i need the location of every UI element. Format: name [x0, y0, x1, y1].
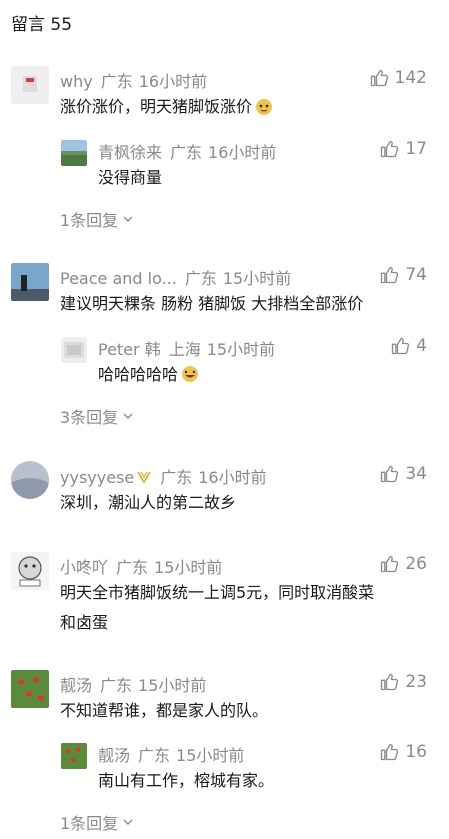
reply-like-button[interactable]: 4 — [390, 336, 427, 356]
more-replies-link[interactable]: 3条回复 — [60, 404, 134, 428]
avatar[interactable] — [11, 670, 49, 708]
reply-text: 南山有工作，榕城有家。 — [98, 771, 275, 790]
thumbs-up-icon — [379, 742, 399, 762]
thumbs-up-icon — [369, 68, 389, 88]
thumbs-up-icon — [379, 265, 399, 285]
username[interactable]: 靓汤 — [60, 676, 92, 695]
location: 广东 — [100, 72, 133, 91]
username[interactable]: 小咚吖 — [60, 558, 108, 577]
comment-meta: 小咚吖 广东 15小时前 — [60, 558, 223, 577]
chevron-down-icon — [122, 816, 134, 828]
chevron-down-icon — [122, 213, 134, 225]
reply-like-button[interactable]: 17 — [379, 139, 427, 159]
comment-text: 深圳，潮汕人的第二故乡 — [60, 493, 237, 512]
reply-avatar[interactable] — [61, 743, 87, 769]
comment-meta: Peace and lo... 广东 15小时前 — [60, 269, 292, 288]
cat-face-emoji-icon — [254, 95, 274, 115]
avatar[interactable] — [11, 461, 49, 499]
username[interactable]: yysyyese — [60, 468, 134, 487]
like-button[interactable]: 142 — [369, 68, 427, 88]
like-button[interactable]: 23 — [379, 672, 427, 692]
chevron-down-icon — [122, 410, 134, 422]
like-button[interactable]: 74 — [379, 265, 427, 285]
avatar[interactable] — [11, 263, 49, 301]
like-button[interactable]: 34 — [379, 464, 427, 484]
member-badge-icon — [136, 469, 152, 484]
comment-text: 涨价涨价，明天猪脚饭涨价 — [60, 92, 274, 122]
thumbs-up-icon — [390, 336, 410, 356]
rolling-laughing-emoji-icon — [180, 363, 200, 382]
comment-meta: yysyyese 广东 16小时前 — [60, 468, 267, 487]
reply-meta: 靓汤 广东 15小时前 — [98, 746, 245, 765]
reply-username[interactable]: 靓汤 — [98, 746, 130, 765]
thumbs-up-icon — [379, 672, 399, 692]
thumbs-up-icon — [379, 139, 399, 159]
more-replies-link[interactable]: 1条回复 — [60, 207, 134, 231]
thumbs-up-icon — [379, 554, 399, 574]
comments-header: 留言 55 — [11, 15, 73, 35]
comment-text: 不知道帮谁，都是家人的队。 — [60, 701, 269, 720]
username[interactable]: Peace and lo... — [60, 269, 177, 288]
more-replies-link[interactable]: 1条回复 — [60, 810, 134, 834]
comment-meta: why 广东 16小时前 — [60, 68, 207, 92]
reply-text: 哈哈哈哈哈 — [98, 360, 200, 390]
timestamp: 16小时前 — [138, 72, 208, 91]
reply-username[interactable]: Peter 韩 — [98, 340, 161, 359]
reply-meta: 青枫徐来 广东 16小时前 — [98, 143, 277, 162]
like-button[interactable]: 26 — [379, 554, 427, 574]
like-count: 142 — [394, 68, 427, 88]
avatar[interactable] — [11, 552, 49, 590]
username[interactable]: why — [60, 72, 93, 91]
reply-avatar[interactable] — [61, 140, 87, 166]
avatar[interactable] — [11, 66, 49, 104]
reply-meta: Peter 韩上海 15小时前 — [98, 340, 276, 359]
thumbs-up-icon — [379, 464, 399, 484]
reply-text: 没得商量 — [98, 168, 163, 187]
comment-text: 建议明天粿条 肠粉 猪脚饭 大排档全部涨价 — [60, 294, 364, 313]
reply-username[interactable]: 青枫徐来 — [98, 143, 162, 162]
comment-text: 明天全市猪脚饭统一上调5元，同时取消酸菜 和卤蛋 — [60, 583, 375, 632]
comment-meta: 靓汤 广东 15小时前 — [60, 676, 207, 695]
reply-like-button[interactable]: 16 — [379, 742, 427, 762]
reply-avatar[interactable] — [61, 337, 87, 363]
